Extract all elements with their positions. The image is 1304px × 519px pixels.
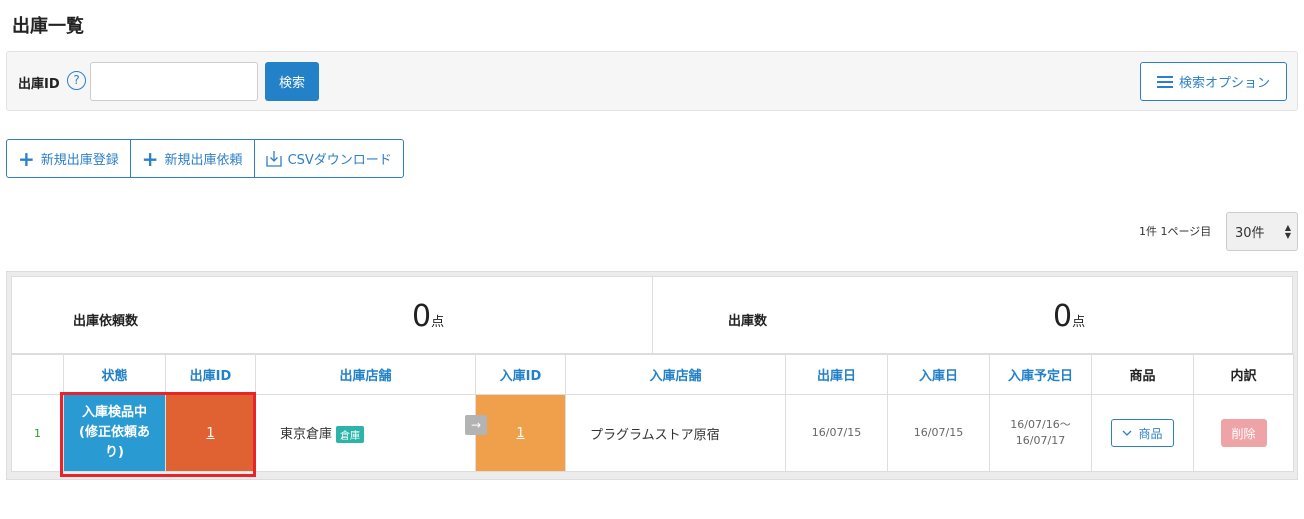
request-count-value: 0点	[412, 299, 445, 334]
header-product: 商品	[1091, 354, 1194, 395]
search-bar: 出庫ID ? 検索 検索オプション	[6, 51, 1298, 111]
status-cell: 入庫検品中 (修正依頼あ り)	[63, 394, 166, 472]
header-out-id[interactable]: 出庫ID	[165, 354, 256, 395]
planned-date-cell: 16/07/16〜 16/07/17	[989, 394, 1092, 472]
header-in-id[interactable]: 入庫ID	[475, 354, 566, 395]
shipment-count-value: 0点	[1053, 299, 1086, 334]
out-store-name: 東京倉庫	[280, 427, 333, 442]
out-id-link[interactable]: 1	[206, 426, 214, 441]
csv-download-label: CSVダウンロード	[287, 153, 392, 168]
request-count-cell: 出庫依頼数 0点	[12, 277, 652, 353]
out-date-cell: 16/07/15	[785, 394, 888, 472]
new-request-button[interactable]: + 新規出庫依頼	[131, 140, 255, 177]
action-button-group: + 新規出庫登録 + 新規出庫依頼 CSVダウンロード	[6, 139, 404, 178]
header-status[interactable]: 状態	[63, 354, 166, 395]
status-text-line2: (修正依頼あ	[79, 425, 150, 440]
shipment-id-label: 出庫ID	[18, 77, 60, 92]
shipment-table-panel: 出庫依頼数 0点 出庫数 0点 状態 出庫ID 出庫店舗 入庫ID 入庫店舗 出…	[6, 271, 1298, 480]
shipment-count-label: 出庫数	[728, 314, 768, 329]
in-store-name: プラグラムストア原宿	[590, 427, 720, 443]
table-header-row: 状態 出庫ID 出庫店舗 入庫ID 入庫店舗 出庫日 入庫日 入庫予定日 商品 …	[11, 354, 1294, 395]
request-count-label: 出庫依頼数	[73, 314, 139, 329]
product-button-label: 商品	[1138, 426, 1163, 441]
breakdown-cell: 削除	[1193, 394, 1294, 472]
header-breakdown: 内訳	[1193, 354, 1294, 395]
shipment-table: 状態 出庫ID 出庫店舗 入庫ID 入庫店舗 出庫日 入庫日 入庫予定日 商品 …	[11, 354, 1294, 472]
status-text-line1: 入庫検品中	[81, 405, 147, 420]
product-cell: 商品	[1091, 394, 1194, 472]
per-page-select[interactable]: 30件 ▲ ▼	[1226, 212, 1298, 251]
new-request-label: 新規出庫依頼	[164, 153, 243, 168]
help-icon[interactable]: ?	[67, 71, 86, 90]
planned-date-line1: 16/07/16〜	[1010, 418, 1071, 431]
header-in-date[interactable]: 入庫日	[887, 354, 990, 395]
chevron-down-icon	[1123, 430, 1132, 436]
plus-icon: +	[141, 146, 159, 171]
shipment-count-cell: 出庫数 0点	[652, 277, 1292, 353]
delete-button[interactable]: 削除	[1220, 419, 1267, 447]
product-button[interactable]: 商品	[1111, 419, 1174, 447]
plus-icon: +	[18, 146, 35, 171]
request-count-unit: 点	[431, 315, 445, 330]
new-shipment-button[interactable]: + 新規出庫登録	[7, 140, 131, 177]
in-date-cell: 16/07/15	[887, 394, 990, 472]
search-options-button[interactable]: 検索オプション	[1140, 62, 1287, 101]
out-store-cell: 東京倉庫 倉庫 →	[255, 394, 487, 472]
planned-date-line2: 16/07/17	[1015, 434, 1066, 447]
pager-info: 1件 1ページ目	[1139, 225, 1212, 238]
header-row-number	[11, 354, 64, 395]
search-options-label: 検索オプション	[1178, 76, 1270, 91]
arrow-right-icon: →	[465, 415, 487, 435]
select-arrows-icon: ▲ ▼	[1284, 223, 1291, 240]
status-text-line3: り)	[105, 445, 124, 460]
page-title: 出庫一覧	[12, 16, 84, 37]
new-shipment-label: 新規出庫登録	[40, 153, 119, 168]
header-planned-date[interactable]: 入庫予定日	[989, 354, 1092, 395]
per-page-value: 30件	[1235, 226, 1265, 241]
header-out-date[interactable]: 出庫日	[785, 354, 888, 395]
shipment-count-unit: 点	[1072, 315, 1086, 330]
csv-download-button[interactable]: CSVダウンロード	[255, 140, 403, 177]
download-icon	[265, 151, 282, 167]
in-id-link[interactable]: 1	[516, 426, 524, 441]
out-id-cell: 1	[165, 394, 256, 472]
header-out-store[interactable]: 出庫店舗	[255, 354, 476, 395]
table-row: 1 入庫検品中 (修正依頼あ り) 1 東京倉庫倉庫 → 1 プラグラムストア	[11, 394, 1294, 472]
menu-icon	[1156, 75, 1173, 88]
summary-panel: 出庫依頼数 0点 出庫数 0点	[11, 276, 1293, 354]
shipment-id-input[interactable]	[90, 62, 258, 101]
row-number: 1	[11, 394, 64, 472]
warehouse-badge: 倉庫	[336, 426, 365, 443]
header-in-store[interactable]: 入庫店舗	[565, 354, 786, 395]
in-store-cell: プラグラムストア原宿	[565, 394, 786, 472]
search-button[interactable]: 検索	[265, 62, 319, 101]
in-id-cell: 1	[475, 394, 566, 472]
